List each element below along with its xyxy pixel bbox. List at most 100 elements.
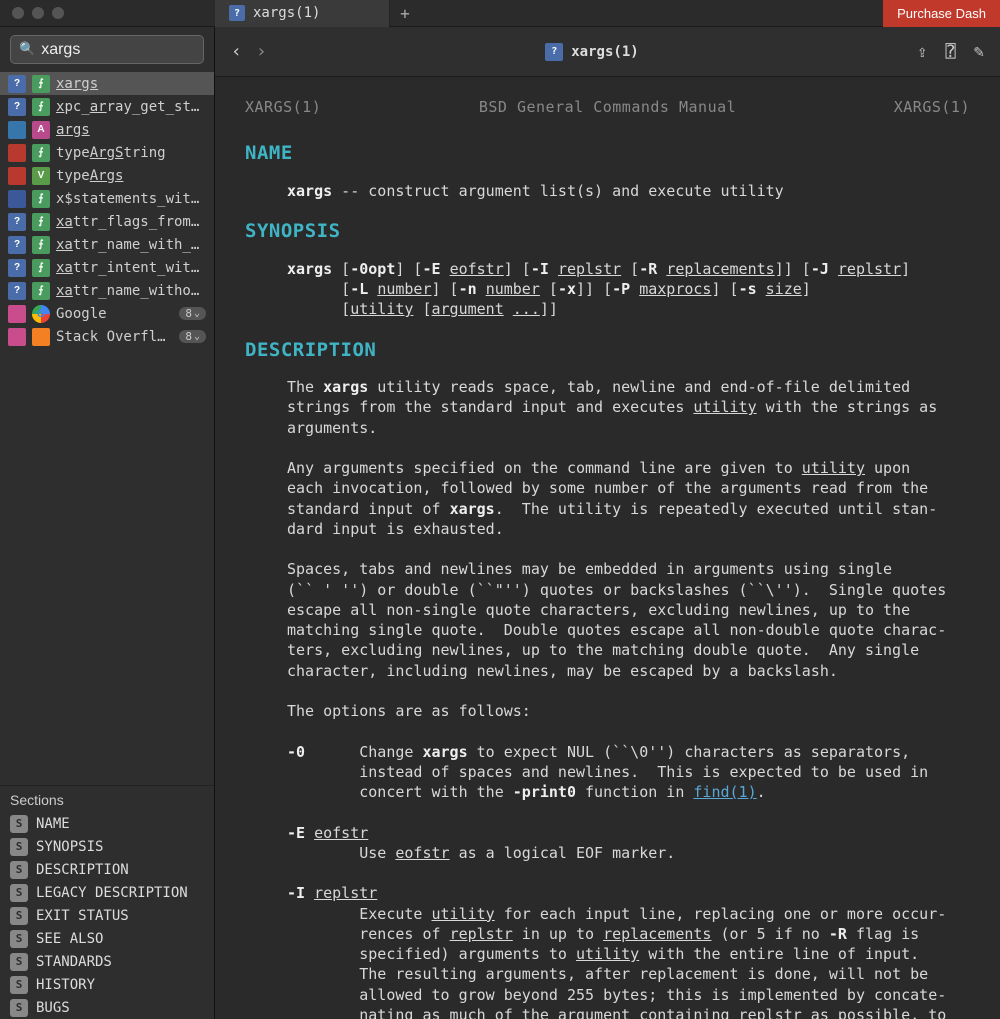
section-link[interactable]: SBUGS [0,996,214,1019]
section-label: SEE ALSO [36,931,103,947]
docset-icon: ? [8,98,26,116]
search-result[interactable]: ⨍ typeArgString [0,141,214,164]
section-link[interactable]: S LEGACY DESCRIPTION [0,881,214,904]
nav-buttons: ‹ › [231,41,267,62]
section-label: HISTORY [36,977,95,993]
search-results: ?⨍xargs?⨍xpc_array_get_st…Aargs⨍typeArgS… [0,72,214,785]
description-text: The xargs utility reads space, tab, newl… [287,377,970,1019]
search-field[interactable]: 🔍 ⓧ [10,35,204,64]
result-count[interactable]: 8 [179,330,206,343]
type-icon: ⨍ [32,213,50,231]
section-link[interactable]: S SEE ALSO [0,927,214,950]
sections-list: SNAMESSYNOPSISSDESCRIPTIONSLEGACY DESCRI… [0,812,214,1019]
search-result[interactable]: ? ⨍ xpc_array_get_st… [0,95,214,118]
section-link[interactable]: S DESCRIPTION [0,858,214,881]
section-link[interactable]: S SYNOPSIS [0,835,214,858]
man-center: BSD General Commands Manual [479,97,736,117]
section-link[interactable]: S EXIT STATUS [0,904,214,927]
type-icon: A [32,121,50,139]
docset-icon [8,121,26,139]
purchase-button[interactable]: Purchase Dash [883,0,1000,27]
manpage-icon: ? [229,5,245,21]
section-label: EXIT STATUS [36,908,129,924]
result-label: x$statements_wit… [56,191,206,207]
result-label: xpc_array_get_st… [56,99,206,115]
search-result[interactable]: Aargs [0,118,214,141]
section-label: STANDARDS [36,954,112,970]
search-result[interactable]: ?⨍xattr_intent_wit… [0,256,214,279]
content-pane: ‹ › ? xargs(1) ⇪ ⍰ ✎ XARGS(1) BSD Genera… [215,27,1000,1019]
sections-header: Sections [0,785,214,812]
docset-icon [8,144,26,162]
section-label: DESCRIPTION [36,862,129,878]
section-icon: S [10,907,28,925]
type-icon: ⨍ [32,236,50,254]
section-description: DESCRIPTION [245,338,970,364]
name-text: xargs -- construct argument list(s) and … [287,181,970,201]
search-result[interactable]: GGoogle8 [0,302,214,325]
result-count[interactable]: 8 [179,307,206,320]
section-icon: S [10,838,28,856]
search-result[interactable]: Stack Overflow 8 [0,325,214,348]
docset-icon [8,328,26,346]
close-window-icon[interactable] [12,7,24,19]
result-label: xattr_name_witho… [56,283,206,299]
result-label: typeArgs [56,168,206,184]
type-icon: ⨍ [32,98,50,116]
search-result[interactable]: ? ⨍ xattr_name_witho… [0,279,214,302]
search-result[interactable]: ? ⨍ xattr_flags_from… [0,210,214,233]
type-icon: ⨍ [32,190,50,208]
result-label: typeArgString [56,145,206,161]
section-link[interactable]: SSTANDARDS [0,950,214,973]
tab-label: xargs(1) [253,5,320,21]
minimize-window-icon[interactable] [32,7,44,19]
result-label: xargs [56,76,206,92]
search-icon: 🔍 [19,42,35,57]
search-result[interactable]: ?⨍xargs [0,72,214,95]
tab-xargs[interactable]: ? xargs(1) [215,0,390,27]
docset-icon: ? [8,282,26,300]
section-icon: S [10,861,28,879]
result-label: args [56,122,206,138]
search-result[interactable]: VtypeArgs [0,164,214,187]
search-result[interactable]: ⨍ x$statements_wit… [0,187,214,210]
type-icon: ⨍ [32,282,50,300]
result-label: xattr_intent_wit… [56,260,206,276]
page-title: ? xargs(1) [281,43,904,61]
docset-icon [8,167,26,185]
section-icon: S [10,815,28,833]
document-body[interactable]: XARGS(1) BSD General Commands Manual XAR… [215,77,1000,1019]
title-bar: ? xargs(1) + Purchase Dash [0,0,1000,27]
content-toolbar: ‹ › ? xargs(1) ⇪ ⍰ ✎ [215,27,1000,77]
section-label: LEGACY DESCRIPTION [36,885,188,901]
section-synopsis: SYNOPSIS [245,219,970,245]
forward-button[interactable]: › [256,41,267,62]
search-result[interactable]: ?⨍xattr_name_with_… [0,233,214,256]
tab-strip: ? xargs(1) + [215,0,883,27]
new-tab-button[interactable]: + [390,0,420,27]
section-icon: S [10,930,28,948]
back-button[interactable]: ‹ [231,41,242,62]
section-link[interactable]: SNAME [0,812,214,835]
type-icon: G [32,305,50,323]
section-label: SYNOPSIS [36,839,103,855]
type-icon: ⨍ [32,144,50,162]
bookmark-icon[interactable]: ⍰ [946,42,956,62]
result-label: xattr_flags_from… [56,214,206,230]
section-icon: S [10,976,28,994]
section-icon: S [10,999,28,1017]
docset-icon: ? [8,259,26,277]
man-right: XARGS(1) [894,97,970,117]
type-icon: V [32,167,50,185]
docset-icon [8,305,26,323]
section-link[interactable]: S HISTORY [0,973,214,996]
zoom-window-icon[interactable] [52,7,64,19]
docset-icon: ? [8,213,26,231]
section-icon: S [10,884,28,902]
window-controls [0,7,215,19]
share-icon[interactable]: ⇪ [917,42,927,62]
docset-icon [8,190,26,208]
manpage-icon: ? [545,43,563,61]
result-label: Stack Overflow [56,329,173,345]
edit-icon[interactable]: ✎ [974,42,984,62]
